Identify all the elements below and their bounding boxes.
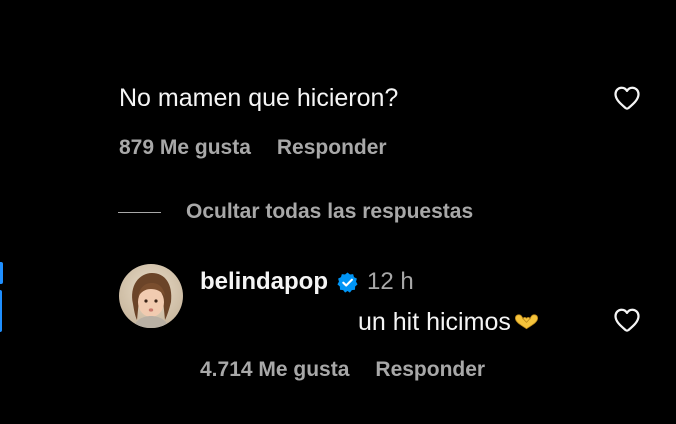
reply-text-content: un hit hicimos xyxy=(358,308,511,336)
reply-like-count[interactable]: 4.714 Me gusta xyxy=(200,358,349,382)
avatar[interactable] xyxy=(119,264,183,328)
timestamp: 12 h xyxy=(367,268,414,295)
divider-line xyxy=(118,211,161,213)
reply-text: un hit hicimos xyxy=(358,307,540,337)
reply-header: belindapop 12 h xyxy=(200,268,414,296)
comment-text: No mamen que hicieron? xyxy=(119,84,399,112)
username[interactable]: belindapop xyxy=(200,268,328,296)
edge-indicator xyxy=(0,262,3,284)
comment-meta: 879 Me gusta Responder xyxy=(119,136,387,160)
heart-outline-icon[interactable] xyxy=(611,305,643,335)
heart-hands-emoji xyxy=(514,314,538,330)
reply-button[interactable]: Responder xyxy=(277,136,387,160)
reply-button[interactable]: Responder xyxy=(375,358,485,382)
avatar-image xyxy=(119,264,183,328)
hide-replies-label: Ocultar todas las respuestas xyxy=(186,200,474,223)
verified-badge-icon xyxy=(337,271,358,293)
comment-like-count[interactable]: 879 Me gusta xyxy=(119,136,251,160)
hide-replies-button[interactable]: Ocultar todas las respuestas xyxy=(118,200,473,224)
edge-indicator xyxy=(0,290,2,332)
heart-outline-icon[interactable] xyxy=(611,83,643,113)
reply-meta: 4.714 Me gusta Responder xyxy=(200,358,485,382)
